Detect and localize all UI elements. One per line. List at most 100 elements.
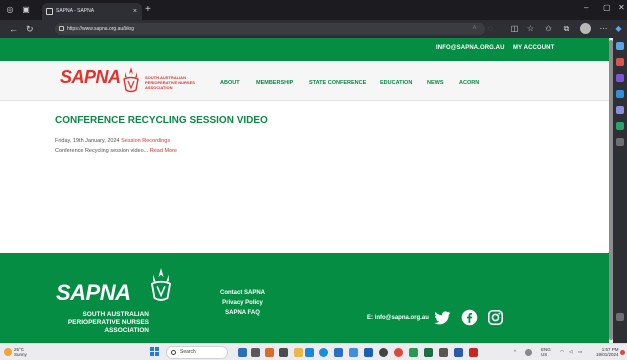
tools-sidebar-icon[interactable] xyxy=(616,74,624,82)
taskbar-search[interactable]: Search xyxy=(166,346,228,359)
close-tab-icon[interactable]: × xyxy=(133,3,137,20)
footer-sub-line: SOUTH AUSTRALIAN xyxy=(82,311,149,318)
office-sidebar-icon[interactable] xyxy=(616,106,624,114)
games-sidebar-icon[interactable] xyxy=(616,90,624,98)
logo-subtitle: SOUTH AUSTRALIAN PERIOPERATIVE NURSES AS… xyxy=(145,75,195,90)
taskbar-app-icon[interactable] xyxy=(279,348,288,357)
nav-news[interactable]: NEWS xyxy=(427,80,444,86)
post-excerpt: Conference Recycling session video... Re… xyxy=(55,148,177,154)
minimize-button[interactable]: – xyxy=(584,3,588,12)
weather-sun-icon[interactable] xyxy=(4,348,12,356)
post-excerpt-text: Conference Recycling session video... xyxy=(55,148,149,154)
site-header: SAPNA SOUTH AUSTRALIAN PERIOPERATIVE NUR… xyxy=(0,61,609,101)
file-explorer-icon[interactable] xyxy=(294,348,303,357)
scrollbar-thumb[interactable] xyxy=(609,40,613,340)
footer-sub-line: PERIOPERATIVE NURSES xyxy=(67,319,149,326)
post-title[interactable]: CONFERENCE RECYCLING SESSION VIDEO xyxy=(55,115,268,126)
taskbar-app-icon[interactable] xyxy=(334,348,343,357)
nav-state-conference[interactable]: STATE CONFERENCE xyxy=(309,80,366,86)
maximize-button[interactable]: ▢ xyxy=(603,3,611,12)
footer-emblem-icon xyxy=(150,268,172,301)
read-aloud-icon[interactable]: ᴬ xyxy=(470,24,479,33)
footer-email-link[interactable]: E: info@sapna.org.au xyxy=(367,315,429,321)
browser-title-bar: ◎ ▣ SAPNA - SAPNA × + – ▢ ✕ xyxy=(0,0,627,20)
lock-icon xyxy=(59,26,64,31)
sidebar-settings-icon[interactable] xyxy=(616,313,624,321)
profile-avatar[interactable] xyxy=(580,23,591,34)
footer-contact-link[interactable]: Contact SAPNA xyxy=(215,290,270,296)
add-sidebar-icon[interactable] xyxy=(616,138,624,146)
favorite-icon[interactable]: ☆ xyxy=(526,24,535,33)
web-page: INFO@SAPNA.ORG.AU MY ACCOUNT SAPNA SOUTH… xyxy=(0,38,609,343)
split-screen-icon[interactable]: ◫ xyxy=(510,24,519,33)
footer-faq-link[interactable]: SAPNA FAQ xyxy=(215,310,270,316)
footer-logo[interactable]: SAPNA xyxy=(56,280,131,306)
new-tab-button[interactable]: + xyxy=(145,4,151,16)
tab-actions-icon[interactable]: ▣ xyxy=(20,4,32,16)
page-scrollbar[interactable] xyxy=(609,38,613,343)
back-icon[interactable]: ← xyxy=(9,23,18,35)
taskbar-app-icon[interactable] xyxy=(305,348,314,357)
nav-about[interactable]: ABOUT xyxy=(220,80,240,86)
browser-tab[interactable]: SAPNA - SAPNA × xyxy=(42,3,142,20)
taskbar-app-icon[interactable] xyxy=(409,348,418,357)
clock[interactable]: 1:57 PM 19/01/2024 xyxy=(596,347,619,357)
battery-icon[interactable]: ▭ xyxy=(578,349,582,354)
address-bar[interactable]: https://www.sapna.org.au/blog xyxy=(55,23,485,35)
nav-membership[interactable]: MEMBERSHIP xyxy=(256,80,293,86)
post-date: Friday, 19th January, 2024 xyxy=(55,138,120,144)
browser-toolbar: ← ↻ https://www.sapna.org.au/blog ᴬ ◌ ◫ … xyxy=(0,20,627,38)
copilot-icon[interactable]: ◆ xyxy=(614,24,623,33)
edge-icon[interactable] xyxy=(319,348,328,357)
site-logo[interactable]: SAPNA xyxy=(60,67,121,88)
acrobat-icon[interactable] xyxy=(469,348,478,357)
footer-privacy-link[interactable]: Privacy Policy xyxy=(215,300,270,306)
taskbar-search-label: Search xyxy=(180,349,196,355)
browser-menu-icon[interactable]: ◎ xyxy=(4,4,16,16)
task-view-icon[interactable] xyxy=(238,348,247,357)
excel-icon[interactable] xyxy=(424,348,433,357)
post-category-link[interactable]: Session Recordings xyxy=(121,138,170,144)
wifi-icon[interactable]: ◠ xyxy=(560,349,564,354)
show-hidden-icons[interactable]: ^ xyxy=(514,349,516,354)
favorites-list-icon[interactable]: ✩ xyxy=(544,24,553,33)
taskbar-app-icon[interactable] xyxy=(379,348,388,357)
close-window-button[interactable]: ✕ xyxy=(618,3,625,12)
shopping-sidebar-icon[interactable] xyxy=(616,58,624,66)
facebook-icon[interactable] xyxy=(461,309,478,326)
read-more-link[interactable]: Read More xyxy=(150,148,177,154)
footer-sub-line: ASSOCIATION xyxy=(104,327,149,334)
twitter-icon[interactable] xyxy=(434,309,451,326)
instagram-icon[interactable] xyxy=(487,309,504,326)
taskbar-app-icon[interactable] xyxy=(364,348,373,357)
site-footer: SAPNA SOUTH AUSTRALIAN PERIOPERATIVE NUR… xyxy=(0,253,609,343)
url-text: https://www.sapna.org.au/blog xyxy=(67,26,134,32)
zoom-icon[interactable]: ◌ xyxy=(486,24,495,33)
notification-icon[interactable] xyxy=(620,350,625,355)
my-account-link[interactable]: MY ACCOUNT xyxy=(513,45,554,51)
search-sidebar-icon[interactable] xyxy=(616,42,624,50)
language-indicator[interactable]: ENG US xyxy=(541,347,551,357)
taskbar-app-icon[interactable] xyxy=(349,348,358,357)
weather-widget[interactable]: 25°C Sunny xyxy=(14,347,27,357)
word-icon[interactable] xyxy=(454,348,463,357)
post-meta: Friday, 19th January, 2024 Session Recor… xyxy=(55,138,170,144)
volume-icon[interactable]: ◁ xyxy=(569,349,572,354)
logo-emblem-icon xyxy=(123,67,139,93)
more-options-icon[interactable]: ⋯ xyxy=(599,24,608,33)
taskbar-app-icon[interactable] xyxy=(439,348,448,357)
tab-favicon-icon xyxy=(46,8,53,15)
chrome-icon[interactable] xyxy=(394,348,403,357)
start-button[interactable] xyxy=(150,347,160,357)
taskbar-app-icon[interactable] xyxy=(251,348,260,357)
outlook-sidebar-icon[interactable] xyxy=(616,122,624,130)
clock-date: 19/01/2024 xyxy=(596,352,619,357)
top-email-link[interactable]: INFO@SAPNA.ORG.AU xyxy=(436,45,505,51)
nav-acorn[interactable]: ACORN xyxy=(459,80,479,86)
refresh-icon[interactable]: ↻ xyxy=(26,23,34,35)
nav-education[interactable]: EDUCATION xyxy=(380,80,412,86)
taskbar-app-icon[interactable] xyxy=(265,348,274,357)
tray-app-icon[interactable] xyxy=(525,349,532,356)
windows-taskbar: 25°C Sunny Search ^ ENG US ◠ ◁ ▭ 1:57 PM… xyxy=(0,343,627,360)
collections-icon[interactable]: ⧉ xyxy=(562,24,571,33)
